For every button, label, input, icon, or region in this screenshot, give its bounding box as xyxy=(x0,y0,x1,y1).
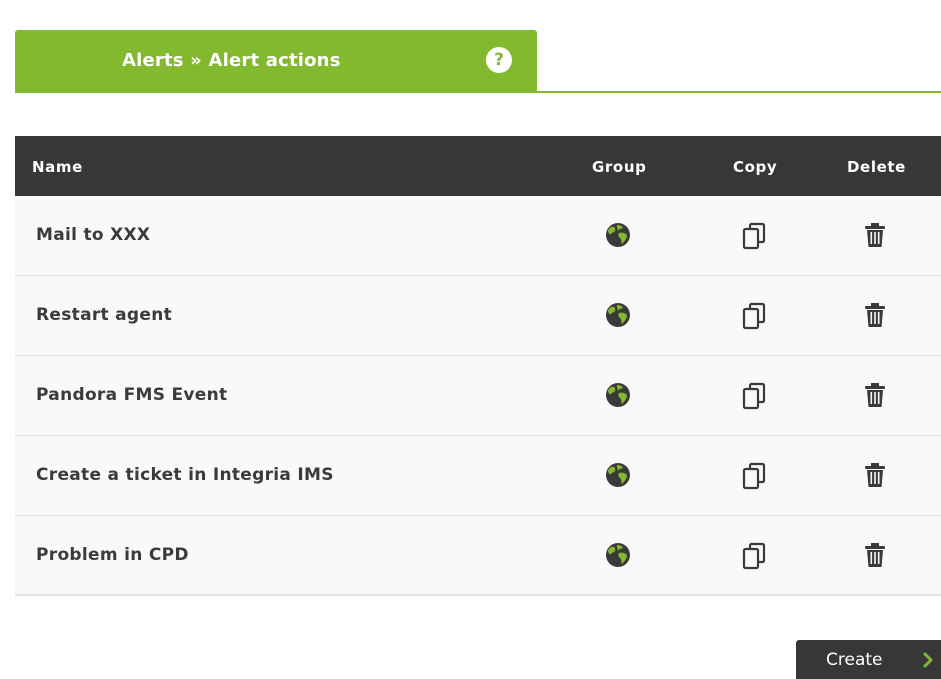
create-button[interactable]: Create xyxy=(796,640,941,679)
chevron-right-icon xyxy=(923,652,933,668)
table-row: Pandora FMS Event xyxy=(15,356,941,436)
column-header-group: Group xyxy=(592,158,647,176)
copy-icon[interactable] xyxy=(741,542,769,570)
header-tab: Alerts » Alert actions ? xyxy=(15,30,537,93)
copy-icon[interactable] xyxy=(741,462,769,490)
action-name-link[interactable]: Create a ticket in Integria IMS xyxy=(36,465,334,485)
trash-icon[interactable] xyxy=(863,462,891,490)
trash-icon[interactable] xyxy=(863,222,891,250)
column-header-name: Name xyxy=(32,158,83,176)
globe-icon xyxy=(605,542,633,570)
action-name-link[interactable]: Pandora FMS Event xyxy=(36,385,227,405)
action-name-link[interactable]: Problem in CPD xyxy=(36,545,189,565)
column-header-delete: Delete xyxy=(847,158,906,176)
create-button-label: Create xyxy=(826,649,883,670)
trash-icon[interactable] xyxy=(863,542,891,570)
table-row: Problem in CPD xyxy=(15,516,941,596)
table-body: Mail to XXX Restart agent Pandora FMS Ev… xyxy=(15,196,941,596)
header-divider xyxy=(15,91,941,93)
globe-icon xyxy=(605,462,633,490)
table-row: Create a ticket in Integria IMS xyxy=(15,436,941,516)
page-title: Alerts » Alert actions xyxy=(122,50,341,71)
copy-icon[interactable] xyxy=(741,222,769,250)
trash-icon[interactable] xyxy=(863,382,891,410)
copy-icon[interactable] xyxy=(741,302,769,330)
alert-actions-page: Alerts » Alert actions ? Name Group Copy… xyxy=(0,0,941,679)
table-header: Name Group Copy Delete xyxy=(15,136,941,196)
globe-icon xyxy=(605,382,633,410)
action-name-link[interactable]: Mail to XXX xyxy=(36,225,150,245)
globe-icon xyxy=(605,222,633,250)
column-header-copy: Copy xyxy=(733,158,778,176)
globe-icon xyxy=(605,302,633,330)
trash-icon[interactable] xyxy=(863,302,891,330)
alert-actions-table: Name Group Copy Delete Mail to XXX Resta… xyxy=(15,136,941,596)
table-row: Mail to XXX xyxy=(15,196,941,276)
action-name-link[interactable]: Restart agent xyxy=(36,305,172,325)
help-question-icon[interactable]: ? xyxy=(486,47,512,73)
copy-icon[interactable] xyxy=(741,382,769,410)
table-row: Restart agent xyxy=(15,276,941,356)
